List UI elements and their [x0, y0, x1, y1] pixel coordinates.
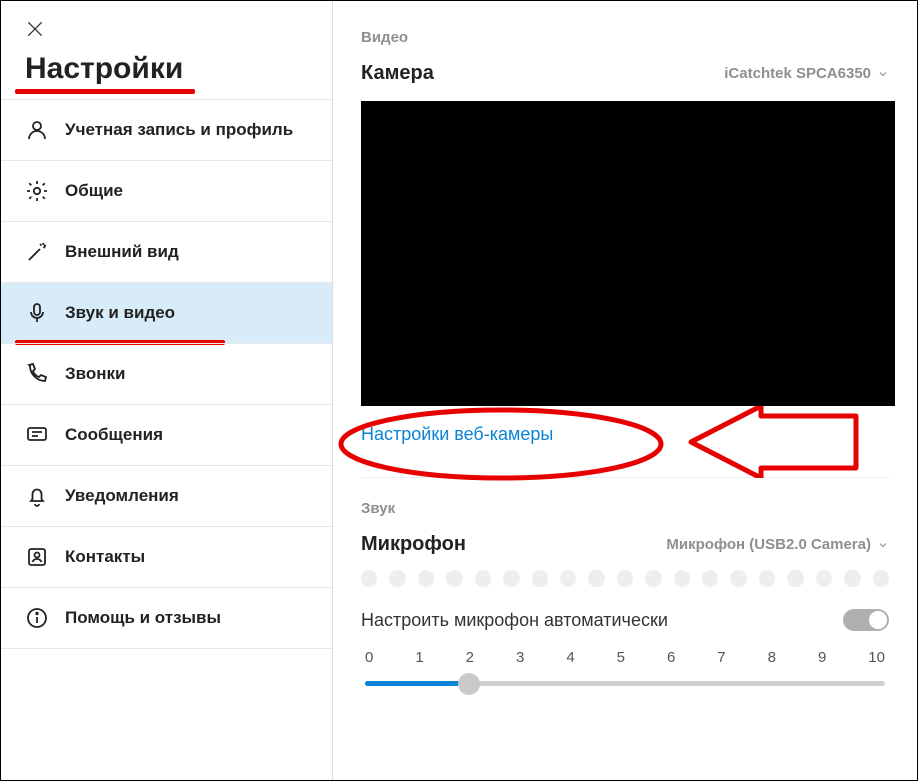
- chevron-down-icon: [877, 68, 889, 80]
- page-title: Настройки: [25, 52, 308, 86]
- close-button[interactable]: [1, 1, 332, 52]
- annotation-underline-title: [15, 89, 195, 94]
- gear-icon: [25, 179, 49, 203]
- person-icon: [25, 118, 49, 142]
- sidebar-item-label: Учетная запись и профиль: [65, 119, 293, 140]
- info-icon: [25, 606, 49, 630]
- sidebar-item-appearance[interactable]: Внешний вид: [1, 221, 332, 283]
- sidebar-item-label: Общие: [65, 180, 123, 201]
- slider-thumb[interactable]: [458, 673, 480, 695]
- mic-label: Микрофон: [361, 533, 466, 556]
- sidebar-item-label: Внешний вид: [65, 241, 179, 262]
- camera-value: iCatchtek SPCA6350: [724, 65, 871, 82]
- sidebar-item-label: Контакты: [65, 546, 145, 567]
- sidebar-item-help[interactable]: Помощь и отзывы: [1, 587, 332, 649]
- sidebar-item-account[interactable]: Учетная запись и профиль: [1, 99, 332, 161]
- auto-adjust-label: Настроить микрофон автоматически: [361, 610, 668, 631]
- chevron-down-icon: [877, 539, 889, 551]
- contacts-icon: [25, 545, 49, 569]
- sidebar-item-label: Уведомления: [65, 485, 179, 506]
- slider-scale: 012345678910: [365, 649, 885, 666]
- sidebar-item-label: Сообщения: [65, 424, 163, 445]
- chat-icon: [25, 423, 49, 447]
- camera-preview: [361, 101, 895, 406]
- webcam-settings-link[interactable]: Настройки веб-камеры: [361, 424, 553, 444]
- sidebar-item-label: Звонки: [65, 363, 126, 384]
- sidebar-item-general[interactable]: Общие: [1, 160, 332, 222]
- bell-icon: [25, 484, 49, 508]
- video-section-label: Видео: [361, 29, 889, 46]
- sidebar-item-calls[interactable]: Звонки: [1, 343, 332, 405]
- sound-section-label: Звук: [361, 500, 889, 517]
- annotation-arrow: [681, 406, 861, 478]
- microphone-icon: [25, 301, 49, 325]
- sidebar-item-label: Звук и видео: [65, 302, 175, 323]
- mic-level-meter: [361, 570, 889, 587]
- annotation-ellipse: [333, 404, 671, 484]
- close-icon: [25, 19, 45, 39]
- sidebar-item-contacts[interactable]: Контакты: [1, 526, 332, 588]
- camera-dropdown[interactable]: iCatchtek SPCA6350: [724, 65, 889, 82]
- mic-value: Микрофон (USB2.0 Camera): [666, 536, 871, 553]
- mic-volume-slider[interactable]: [365, 672, 885, 694]
- mic-dropdown[interactable]: Микрофон (USB2.0 Camera): [666, 536, 889, 553]
- sidebar-item-audio-video[interactable]: Звук и видео: [1, 282, 332, 344]
- wand-icon: [25, 240, 49, 264]
- sidebar-item-notifications[interactable]: Уведомления: [1, 465, 332, 527]
- auto-adjust-toggle[interactable]: [843, 609, 889, 631]
- sidebar-item-label: Помощь и отзывы: [65, 607, 221, 628]
- sidebar-item-messages[interactable]: Сообщения: [1, 404, 332, 466]
- camera-label: Камера: [361, 62, 434, 85]
- phone-icon: [25, 362, 49, 386]
